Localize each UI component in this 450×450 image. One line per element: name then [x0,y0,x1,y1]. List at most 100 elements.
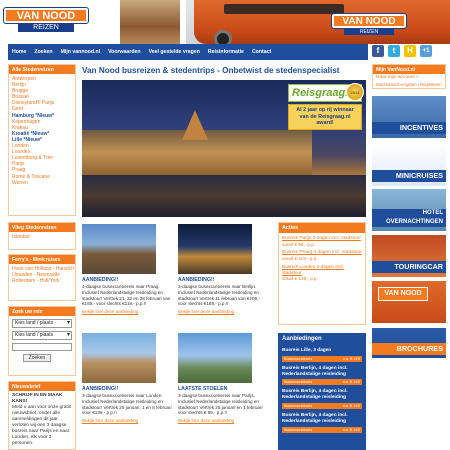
bus-image [194,0,450,44]
account-link[interactable]: Naar mijn account » [373,74,445,82]
aanbieding-bar: Busexcursiereis v.a. € 119 [282,355,362,362]
offer-more-link[interactable]: Bekijk hier deze aanbieding [178,309,270,314]
city-link[interactable]: Istanbul [12,234,72,240]
acties-box: Acties Busreis Parijs 3 dagen incl. stad… [278,222,366,325]
aanbieding-price: v.a. € 169 [342,379,360,385]
promo-hotel[interactable]: HOTEL OVERNACHTINGEN [372,189,446,231]
promo-label: MINICRUISES [372,170,446,182]
offer-label: AANBIEDING!! [82,277,119,283]
facebook-icon[interactable]: f [372,45,384,57]
search-title: Zoek uw reis [9,307,75,316]
aanbieding-title: Busreis Berlijn, 4 dagen incl. Nederland… [282,412,348,424]
twitter-icon[interactable]: t [388,45,400,57]
promo-logo: VAN NOOD [378,287,428,301]
ferry-box: Ferry's - Minicruises Hoek van Holland -… [8,254,76,301]
promo-label: HOTEL OVERNACHTINGEN [372,209,446,227]
newsletter-title: Nieuwsbrief [9,382,75,391]
aanbieding-price: v.a. € 169 [342,426,360,432]
aanbieding-item[interactable]: Busreis Berlijn, 4 dagen incl. Nederland… [282,389,362,409]
offer-tile-londen: AANBIEDING!! 3-daagse busexcursiereis na… [82,333,174,423]
offer-desc: 4-daagse busexcursiereis naar Praag. Inc… [82,284,171,307]
aanbieding-item[interactable]: Busreis Berlijn, 4 dagen incl. Nederland… [282,413,362,433]
country-select-2[interactable]: Kies land / plaats [12,331,72,340]
city-link[interactable]: Wenen [12,180,72,186]
offer-tile-praag: AANBIEDING!! 4-daagse busexcursiereis na… [82,224,174,314]
aanbieding-title: Busreis Berlijn, 4 dagen incl. Nederland… [282,389,348,401]
google-plus-icon[interactable]: +1 [420,45,432,57]
aanbieding-title: Busreis Berlijn, 4 dagen incl. Nederland… [282,365,348,377]
offer-label: LAATSTE STOELEN [178,386,228,392]
vlieg-box: Vlieg Stedenreizen Istanbul [8,222,76,250]
hero-banner[interactable]: Reisgraag.nl 2013 Al 2 jaar op rij winna… [82,80,366,217]
actie-link[interactable]: Busreis Parijs 3 dagen incl. stadstour [282,236,362,242]
aanbieding-type: Busexcursiereis [284,402,313,408]
hero-spire [182,110,208,140]
aanbieding-bar: Busexcursiereis v.a. € 169 [282,379,362,386]
newsletter-headline: SCHRIJF IN EN MAAK KANS! [12,393,63,404]
offer-image[interactable] [178,224,252,274]
aanbieding-item[interactable]: Busreis Berlijn, 4 dagen incl. Nederland… [282,366,362,386]
offer-tile-parijs: LAATSTE STOELEN 3-daagse busexcursiereis… [178,333,270,423]
ferry-title: Ferry's - Minicruises [9,255,75,264]
aanbieding-title: Busreis Lille, 3 dagen [282,348,332,353]
aanbiedingen-title: Aanbiedingen [282,336,322,342]
offer-label: AANBIEDING!! [82,386,119,392]
logo-subtext: REIZEN [18,24,74,32]
nav-reisinformatie[interactable]: Reisinformatie [208,49,244,55]
offer-image[interactable] [82,333,156,383]
nav-contact[interactable]: Contact [252,49,271,55]
offer-more-link[interactable]: Bekijk hier deze aanbieding [178,418,270,423]
site-logo[interactable]: VAN NOOD REIZEN [3,7,89,34]
aanbieding-price: v.a. € 119 [343,355,360,361]
nav-mijn-vannood[interactable]: Mijn vannood.nl [61,49,100,55]
actie-link[interactable]: Busreis Londen 3 dagen incl. stadstour [282,265,362,277]
nav-home[interactable]: Home [12,49,26,55]
award-seal: 2013 [346,83,364,101]
hyves-icon[interactable]: H [404,45,416,57]
promo-touringcar[interactable]: TOURINGCAR [372,235,446,277]
acties-title: Acties [279,223,365,233]
bus-logo: VAN NOOD REIZEN [331,13,407,36]
offer-image[interactable] [82,224,156,274]
nav-zoeken[interactable]: Zoeken [34,49,52,55]
offer-more-link[interactable]: Bekijk hier deze aanbieding [82,309,174,314]
nav-voorwaarden[interactable]: Voorwaarden [108,49,140,55]
promo-minicruises[interactable]: MINICRUISES [372,144,446,186]
main-nav: Home Zoeken Mijn vannood.nl Voorwaarden … [8,44,368,60]
aanbieding-type: Busexcursiereis [284,426,313,432]
bus-logo-subtext: REIZEN [344,29,394,35]
newsletter-text: Meld u aan voor onze gratis nieuwsbrief,… [12,405,72,446]
mijn-vannood-box: Mijn VanNood.nl Naar mijn account » Wach… [372,64,446,89]
bus-window [224,4,344,14]
promo-brochures[interactable]: BROCHURES [372,328,446,358]
offer-tile-berlijn: AANBIEDING!! 3-daagse busexcursiereis na… [178,224,270,314]
offer-desc: 3-daagse busexcursiereis naar Parijs. In… [178,393,263,416]
search-input[interactable] [12,343,72,351]
nav-faq[interactable]: Veel gestelde vragen [149,49,200,55]
vlieg-title: Vlieg Stedenreizen [9,223,75,232]
country-select-1[interactable]: Kies land / plaats [12,319,72,328]
offer-more-link[interactable]: Bekijk hier deze aanbieding [82,418,174,423]
stedenreizen-box: Alle Stedenreizen Antwerpen Berlijn Brug… [8,64,76,216]
offer-desc: 3-daagse busexcursiereis naar Berlijn. I… [178,284,260,307]
aanbieding-bar: Busexcursiereis v.a. € 169 [282,426,362,433]
bus-wheel [214,30,232,44]
register-link[interactable]: Wachtwoord vergeten | Registreren [373,82,445,87]
promo-van-nood[interactable]: VAN NOOD [372,281,446,323]
hero-river [82,175,366,217]
offer-label: AANBIEDING!! [178,277,215,283]
award-message: Al 2 jaar op rij winnaar van de Reisgraa… [288,104,362,130]
promo-incentives[interactable]: INCENTIVES [372,96,446,138]
aanbieding-price: v.a. € 169 [342,402,360,408]
header-photo-bus: VAN NOOD REIZEN [186,0,450,44]
aanbieding-type: Busexcursiereis [284,355,313,361]
offer-image[interactable] [178,333,252,383]
mijn-vannood-title: Mijn VanNood.nl [373,65,445,74]
actie-price: vanaf € 139,- p.p. [282,276,318,282]
search-button[interactable]: Zoeken [23,354,51,362]
promo-label: INCENTIVES [372,122,446,134]
header-photo-traveller [120,0,180,44]
aanbieding-item[interactable]: Busreis Lille, 3 dagen Busexcursiereis v.… [282,348,362,362]
ferry-link[interactable]: Rotterdam - Hull/York [12,278,72,284]
newsletter-box: Nieuwsbrief SCHRIJF IN EN MAAK KANS! Mel… [8,381,76,450]
